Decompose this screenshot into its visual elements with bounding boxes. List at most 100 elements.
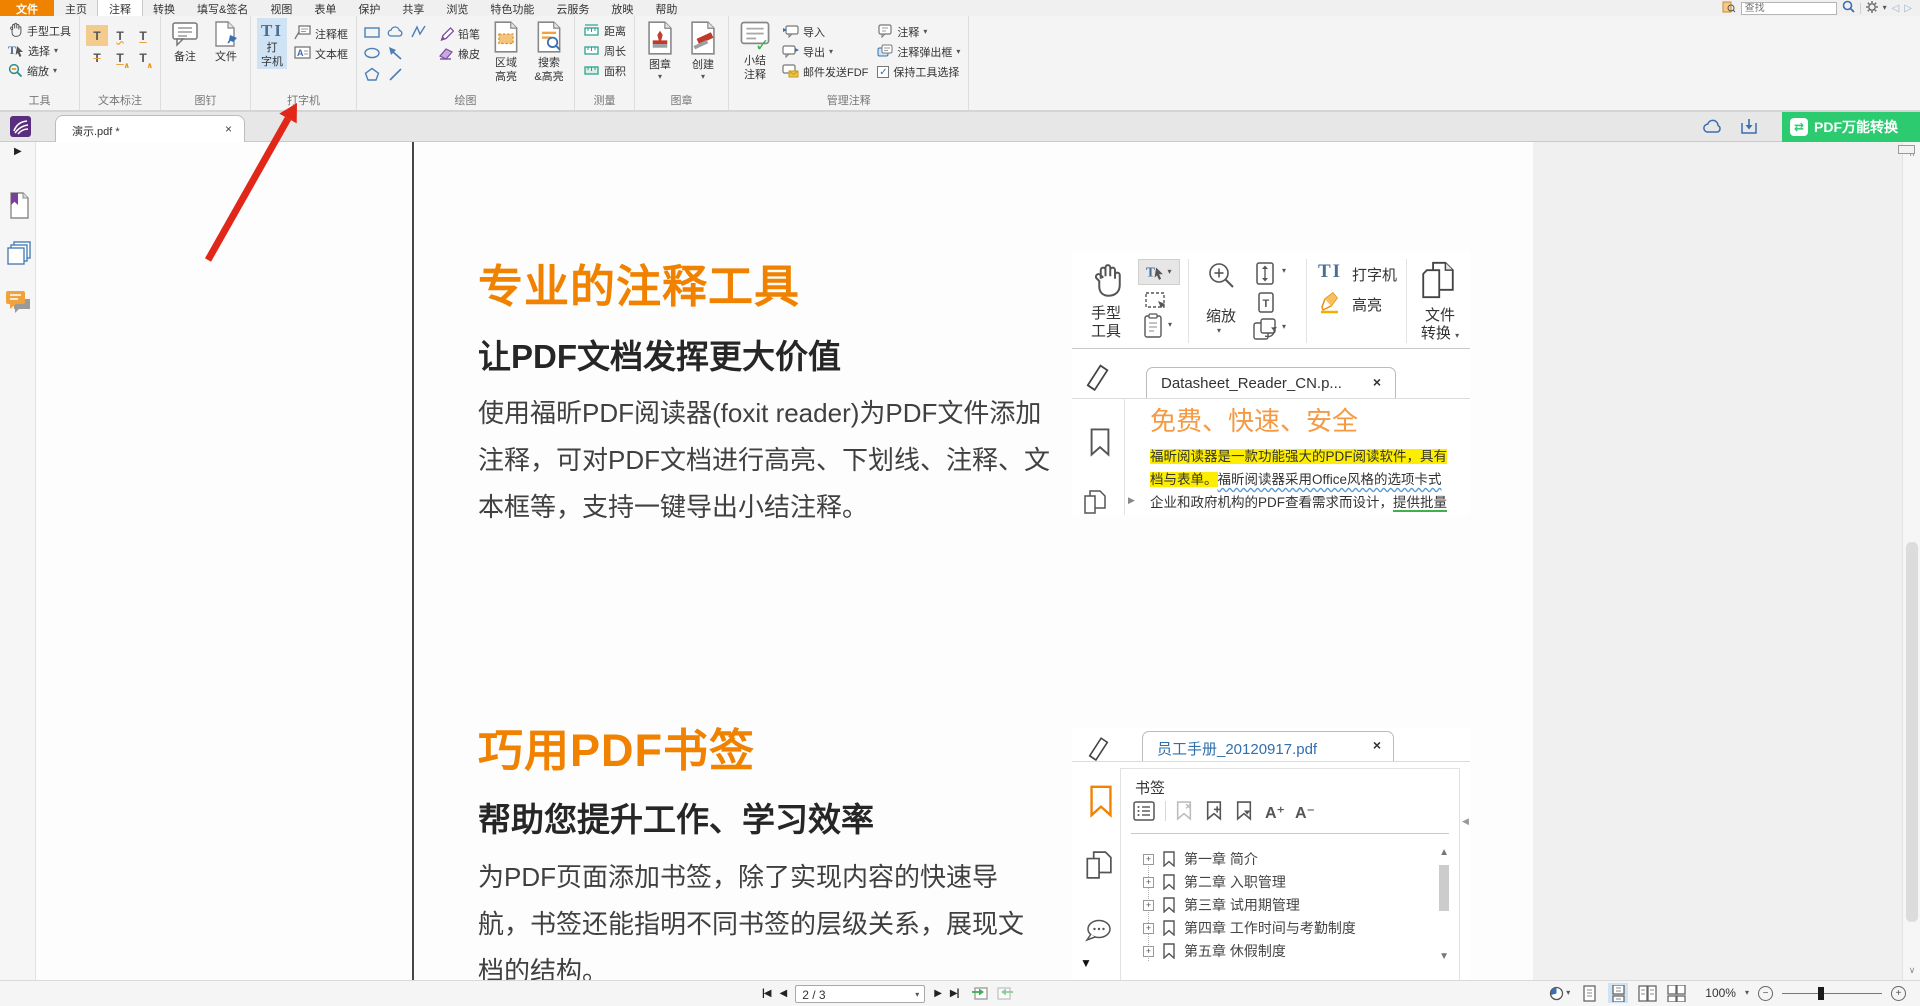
page-number-combo[interactable]: 2 / 3 ▾ (795, 985, 925, 1003)
summarize-comments-button[interactable]: ✓ 小结 注释 (735, 18, 775, 82)
zoom-slider-track[interactable] (1782, 993, 1882, 994)
document-tab-active[interactable]: 演示.pdf * × (55, 115, 245, 142)
expand-bookmark-icon[interactable]: + (1143, 877, 1154, 888)
zoom-level-value[interactable]: 100% (1705, 986, 1736, 1000)
keep-tool-selected-checkbox[interactable]: ✓ 保持工具选择 (875, 62, 962, 82)
menu-item-browse[interactable]: 浏览 (435, 0, 479, 16)
comments-button[interactable]: 注释 ▾ (875, 22, 962, 42)
expand-bookmark-icon[interactable]: + (1143, 854, 1154, 865)
import-comments-button[interactable]: 导入 (780, 22, 870, 42)
single-page-view-button[interactable] (1579, 983, 1599, 1003)
search-icon[interactable] (1842, 0, 1855, 16)
gear-icon[interactable] (1866, 1, 1878, 16)
find-input[interactable] (1741, 2, 1837, 15)
zoom-slider[interactable] (1782, 986, 1882, 1001)
textbox-button[interactable]: A 文本框 (292, 44, 350, 64)
strikeout-text-button[interactable]: T (86, 47, 108, 68)
shot2-scrollbar-thumb[interactable] (1439, 865, 1449, 911)
next-view-button[interactable] (997, 984, 1014, 1003)
menu-item-home[interactable]: 主页 (54, 0, 98, 16)
tab-close-icon[interactable]: × (225, 122, 232, 136)
squiggly-underline-button[interactable]: T (109, 25, 131, 46)
rotate-view-icon[interactable]: ▾ (1549, 986, 1570, 1001)
rectangle-shape-button[interactable] (363, 24, 385, 44)
comments-caret-icon[interactable]: ▾ (923, 28, 927, 36)
email-fdf-button[interactable]: 邮件发送FDF (780, 62, 870, 82)
bookmark-item[interactable]: + 第一章 简介 (1143, 849, 1258, 869)
forward-icon[interactable]: ▷ (1904, 3, 1912, 14)
create-stamp-caret-icon[interactable]: ▾ (701, 73, 705, 81)
scrollbar-thumb[interactable] (1906, 542, 1918, 922)
cloud-shape-button[interactable] (386, 24, 408, 44)
stamp-button[interactable]: 图章 ▾ (641, 18, 679, 81)
create-stamp-button[interactable]: 创建 ▾ (684, 18, 722, 81)
comment-popup-button[interactable]: 注释弹出框 ▾ (875, 42, 962, 62)
menu-item-slideshow[interactable]: 放映 (600, 0, 644, 16)
menu-item-view[interactable]: 视图 (259, 0, 303, 16)
export-caret-icon[interactable]: ▾ (829, 48, 833, 56)
menu-item-protect[interactable]: 保护 (347, 0, 391, 16)
back-icon[interactable]: ◁ (1892, 3, 1900, 14)
document-vertical-scrollbar[interactable]: ∧ ∨ (1902, 142, 1920, 980)
export-comments-button[interactable]: 导出 ▾ (780, 42, 870, 62)
rotate-view-caret[interactable]: ▾ (1566, 989, 1570, 997)
arrow-shape-button[interactable] (386, 45, 408, 65)
pencil-button[interactable]: 铅笔 (436, 24, 482, 44)
previous-view-button[interactable] (971, 984, 988, 1003)
scroll-down-icon[interactable]: ∨ (1903, 965, 1920, 976)
polyline-shape-button[interactable] (409, 24, 431, 44)
last-page-button[interactable]: ▶| (950, 988, 959, 999)
first-page-button[interactable]: |◀ (762, 988, 771, 999)
file-attachment-button[interactable]: 文件 (208, 18, 244, 64)
expand-bookmark-icon[interactable]: + (1143, 923, 1154, 934)
search-highlight-button[interactable]: 搜索 &高亮 (530, 18, 568, 84)
menu-item-features[interactable]: 特色功能 (479, 0, 545, 16)
line-shape-button[interactable] (386, 66, 408, 86)
bookmark-item[interactable]: + 第四章 工作时间与考勤制度 (1143, 918, 1356, 938)
cloud-upload-icon[interactable] (1702, 119, 1722, 139)
oval-shape-button[interactable] (363, 45, 385, 65)
sidebar-bookmark-panel-icon[interactable] (7, 192, 29, 224)
bookmark-item[interactable]: + 第五章 休假制度 (1143, 941, 1286, 961)
underline-text-button[interactable]: T (132, 25, 154, 46)
sidebar-comments-panel-icon[interactable] (5, 290, 32, 320)
menu-item-cloud[interactable]: 云服务 (545, 0, 600, 16)
previous-page-button[interactable]: ◀ (780, 988, 787, 999)
hand-tool-button[interactable]: 手型工具 (6, 21, 73, 41)
area-button[interactable]: 面积 (581, 61, 628, 81)
zoom-caret-icon[interactable]: ▾ (53, 67, 57, 75)
scroll-widget[interactable] (1898, 145, 1915, 154)
menu-item-help[interactable]: 帮助 (644, 0, 688, 16)
distance-button[interactable]: 距离 (581, 21, 628, 41)
gear-caret-icon[interactable]: ▾ (1883, 4, 1887, 12)
menu-item-fill-sign[interactable]: 填写&签名 (186, 0, 259, 16)
perimeter-button[interactable]: 周长 (581, 41, 628, 61)
continuous-facing-view-button[interactable] (1666, 983, 1686, 1003)
area-highlight-button[interactable]: 区域 高亮 (487, 18, 525, 84)
callout-button[interactable]: 注释框 (292, 24, 350, 44)
pentagon-shape-button[interactable] (363, 66, 385, 86)
zoom-in-button[interactable]: + (1891, 986, 1906, 1001)
pdf-converter-button[interactable]: ⇄ PDF万能转换 (1782, 112, 1920, 142)
menu-item-form[interactable]: 表单 (303, 0, 347, 16)
bookmark-item[interactable]: + 第三章 试用期管理 (1143, 895, 1300, 915)
zoom-tool-button[interactable]: 缩放 ▾ (6, 61, 73, 81)
menu-item-share[interactable]: 共享 (391, 0, 435, 16)
menu-item-convert[interactable]: 转换 (142, 0, 186, 16)
shot2-scroll-down-icon[interactable]: ▼ (1439, 951, 1449, 962)
menu-item-comment-active[interactable]: 注释 (98, 0, 142, 16)
shot2-scroll-up-icon[interactable]: ▲ (1439, 847, 1449, 858)
find-in-document-icon[interactable] (1722, 1, 1736, 16)
bookmark-item[interactable]: + 第二章 入职管理 (1143, 872, 1286, 892)
next-page-button[interactable]: ▶ (934, 988, 941, 999)
continuous-view-button-active[interactable] (1608, 983, 1628, 1003)
save-to-cloud-icon[interactable] (1740, 118, 1758, 140)
comment-popup-caret-icon[interactable]: ▾ (956, 48, 960, 56)
menu-file-button[interactable]: 文件 (0, 0, 54, 16)
typewriter-button-selected[interactable]: TI 打 字机 (257, 18, 287, 69)
facing-view-button[interactable] (1637, 983, 1657, 1003)
insert-text-button[interactable]: T∧ (132, 47, 154, 68)
sidebar-expand-icon[interactable]: ▶ (14, 146, 22, 157)
eraser-button[interactable]: 橡皮 (436, 44, 482, 64)
expand-bookmark-icon[interactable]: + (1143, 900, 1154, 911)
